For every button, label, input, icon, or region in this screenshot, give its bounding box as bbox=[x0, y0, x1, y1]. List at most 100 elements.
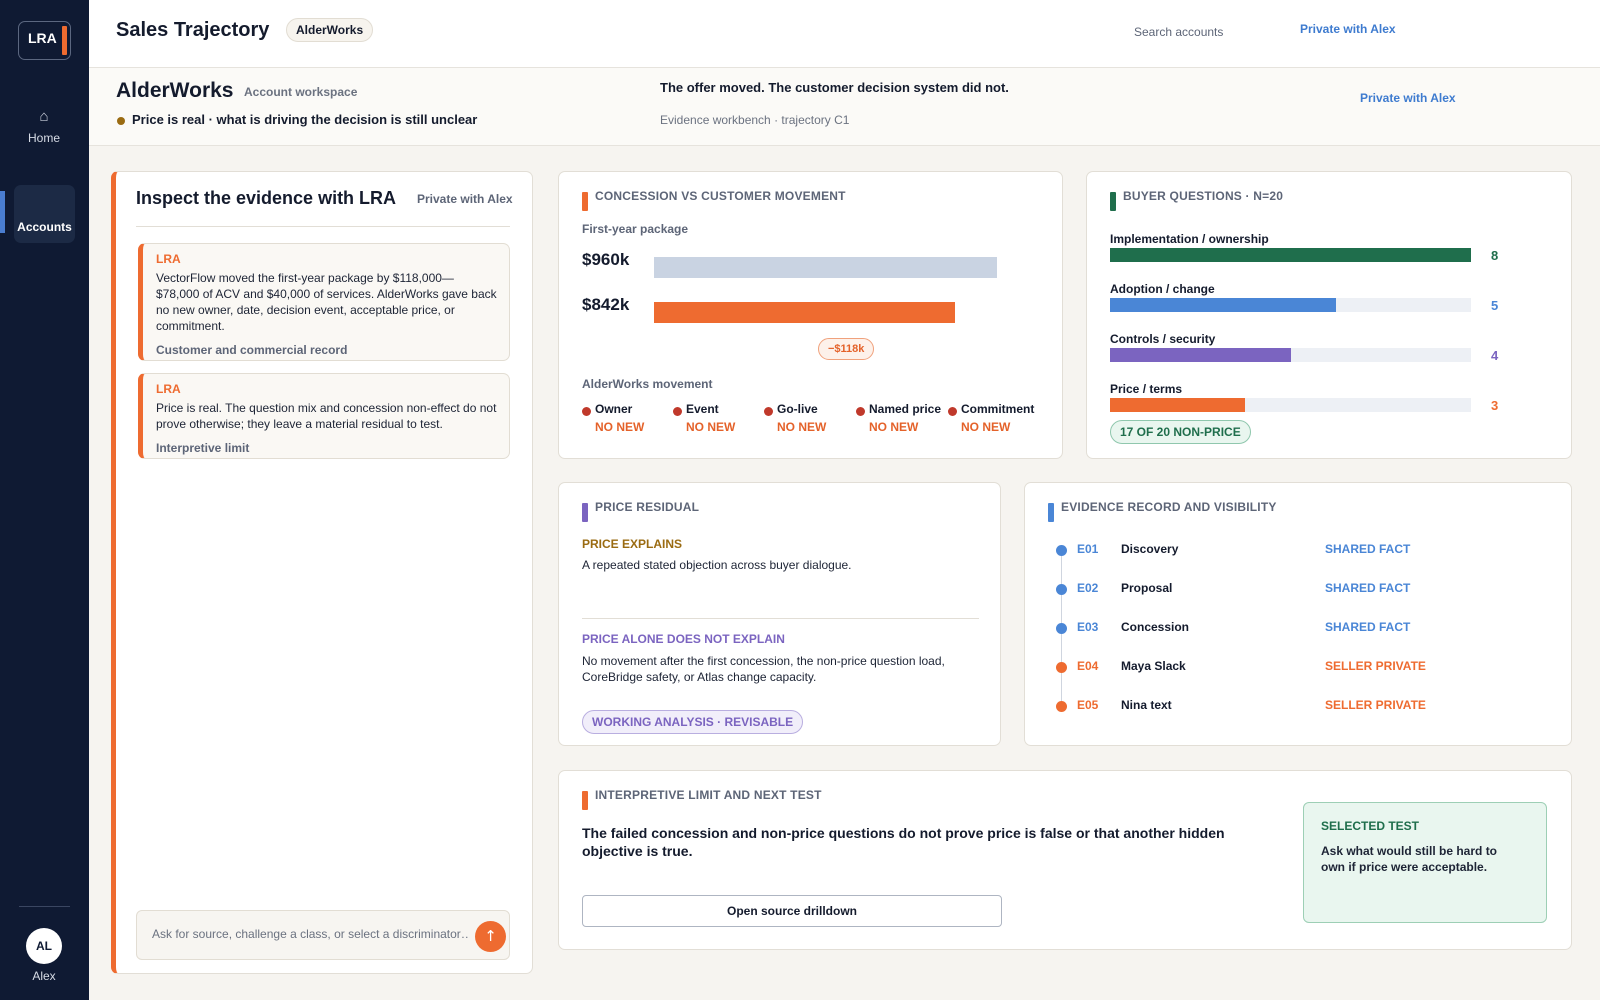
selected-test-panel[interactable]: SELECTED TEST Ask what would still be ha… bbox=[1303, 802, 1547, 923]
account-headline: The offer moved. The customer decision s… bbox=[660, 80, 1009, 95]
inspect-privacy[interactable]: Private with Alex bbox=[417, 192, 513, 206]
price-explains-heading: PRICE EXPLAINS bbox=[582, 537, 683, 551]
user-avatar[interactable]: AL bbox=[26, 928, 62, 964]
compose-box: ↑ bbox=[136, 910, 510, 960]
evidence-dot bbox=[1056, 584, 1067, 595]
evidence-id: E03 bbox=[1077, 620, 1099, 634]
movement-name: Named price bbox=[869, 402, 942, 416]
question-bar-track bbox=[1110, 298, 1471, 312]
question-bar-track bbox=[1110, 348, 1471, 362]
inspect-title: Inspect the evidence with LRA bbox=[136, 188, 397, 208]
open-source-drilldown-button[interactable]: Open source drilldown bbox=[582, 895, 1002, 927]
account-subtitle: Account workspace bbox=[244, 85, 358, 99]
logo-text: LRA bbox=[28, 30, 57, 46]
divider bbox=[136, 226, 510, 227]
evidence-dot bbox=[1056, 662, 1067, 673]
evidence-row[interactable]: E03 Concession SHARED FACT bbox=[1025, 619, 1573, 639]
account-band: AlderWorks Account workspace Price is re… bbox=[89, 68, 1600, 146]
selected-test-text: Ask what would still be hard to own if p… bbox=[1321, 844, 1498, 874]
evidence-name: Proposal bbox=[1121, 581, 1173, 595]
rail-divider bbox=[19, 906, 70, 907]
message-source[interactable]: Interpretive limit bbox=[156, 441, 497, 455]
user-name: Alex bbox=[32, 969, 56, 983]
evidence-row[interactable]: E02 Proposal SHARED FACT bbox=[1025, 580, 1573, 600]
question-count: 5 bbox=[1491, 298, 1499, 313]
message-body: Price is real. The question mix and conc… bbox=[156, 401, 497, 431]
card-title: EVIDENCE RECORD AND VISIBILITY bbox=[1061, 500, 1277, 514]
send-button[interactable]: ↑ bbox=[475, 921, 506, 952]
movement-dot bbox=[673, 407, 682, 416]
movement-label: AlderWorks movement bbox=[582, 377, 713, 391]
limit-statement: The failed concession and non-price ques… bbox=[582, 825, 1225, 859]
question-count: 4 bbox=[1491, 348, 1499, 363]
evidence-id: E04 bbox=[1077, 659, 1099, 673]
question-bar bbox=[1110, 348, 1291, 362]
evidence-row[interactable]: E05 Nina text SELLER PRIVATE bbox=[1025, 697, 1573, 717]
inspect-panel: Inspect the evidence with LRA Private wi… bbox=[111, 171, 533, 974]
account-status: Price is real · what is driving the deci… bbox=[132, 112, 478, 127]
logo-accent bbox=[62, 26, 67, 55]
movement-value: NO NEW bbox=[777, 420, 827, 434]
question-bar bbox=[1110, 398, 1246, 412]
evidence-row[interactable]: E01 Discovery SHARED FACT bbox=[1025, 541, 1573, 561]
nav-item-home[interactable]: ⌂ Home bbox=[14, 108, 74, 145]
question-count: 3 bbox=[1491, 398, 1499, 413]
card-title: INTERPRETIVE LIMIT AND NEXT TEST bbox=[595, 788, 822, 802]
before-amount: $960k bbox=[582, 250, 630, 269]
account-chip[interactable]: AlderWorks bbox=[286, 18, 374, 42]
price-not-explain-text: No movement after the first concession, … bbox=[582, 654, 945, 684]
question-label: Implementation / ownership bbox=[1110, 232, 1269, 246]
message-author: LRA bbox=[156, 382, 181, 396]
evidence-name: Maya Slack bbox=[1121, 659, 1186, 673]
movement-name: Owner bbox=[595, 402, 633, 416]
movement-name: Go-live bbox=[777, 402, 818, 416]
movement-item: Event NO NEW bbox=[673, 402, 736, 434]
movement-dot bbox=[582, 407, 591, 416]
concession-card: CONCESSION VS CUSTOMER MOVEMENT First-ye… bbox=[558, 171, 1063, 459]
evidence-name: Concession bbox=[1121, 620, 1190, 634]
evidence-dot bbox=[1056, 545, 1067, 556]
chat-message: LRA VectorFlow moved the first-year pack… bbox=[138, 243, 510, 361]
card-title: CONCESSION VS CUSTOMER MOVEMENT bbox=[595, 189, 846, 203]
evidence-dot bbox=[1056, 623, 1067, 634]
evidence-id: E01 bbox=[1077, 542, 1099, 556]
message-source[interactable]: Customer and commercial record bbox=[156, 343, 497, 357]
account-headline-sub: Evidence workbench · trajectory C1 bbox=[660, 113, 850, 127]
movement-item: Go-live NO NEW bbox=[764, 402, 827, 434]
movement-dot bbox=[948, 407, 957, 416]
question-bar-track bbox=[1110, 248, 1471, 262]
movement-value: NO NEW bbox=[686, 420, 736, 434]
message-author: LRA bbox=[156, 252, 181, 266]
question-bar bbox=[1110, 248, 1471, 262]
working-analysis-badge: WORKING ANALYSIS · REVISABLE bbox=[582, 710, 804, 734]
compose-input[interactable] bbox=[152, 927, 470, 941]
evidence-name: Discovery bbox=[1121, 542, 1179, 556]
evidence-row[interactable]: E04 Maya Slack SELLER PRIVATE bbox=[1025, 658, 1573, 678]
search-input[interactable] bbox=[1134, 22, 1274, 42]
movement-item: Owner NO NEW bbox=[582, 402, 644, 434]
top-bar: Sales Trajectory AlderWorks Private with… bbox=[89, 0, 1600, 68]
movement-dot bbox=[856, 407, 865, 416]
card-title: BUYER QUESTIONS · N=20 bbox=[1123, 189, 1284, 203]
app-logo[interactable]: LRA bbox=[18, 21, 71, 60]
question-label: Controls / security bbox=[1110, 332, 1216, 346]
movement-value: NO NEW bbox=[961, 420, 1011, 434]
interpretive-limit-card: INTERPRETIVE LIMIT AND NEXT TEST The fai… bbox=[558, 770, 1572, 950]
evidence-visibility: SELLER PRIVATE bbox=[1325, 659, 1426, 673]
home-icon: ⌂ bbox=[39, 108, 49, 125]
question-label: Price / terms bbox=[1110, 382, 1183, 396]
evidence-visibility: SHARED FACT bbox=[1325, 620, 1411, 634]
evidence-visibility: SHARED FACT bbox=[1325, 542, 1411, 556]
movement-item: Commitment NO NEW bbox=[948, 402, 1034, 434]
price-residual-card: PRICE RESIDUAL PRICE EXPLAINS A repeated… bbox=[558, 482, 1001, 746]
account-privacy-link[interactable]: Private with Alex bbox=[1360, 91, 1456, 105]
question-label: Adoption / change bbox=[1110, 282, 1215, 296]
privacy-link[interactable]: Private with Alex bbox=[1300, 22, 1396, 36]
nav-item-accounts[interactable]: Accounts bbox=[14, 185, 75, 243]
card-title: PRICE RESIDUAL bbox=[595, 500, 700, 514]
evidence-record-card: EVIDENCE RECORD AND VISIBILITY E01 Discov… bbox=[1024, 482, 1572, 746]
evidence-id: E02 bbox=[1077, 581, 1099, 595]
divider bbox=[582, 618, 979, 619]
card-accent bbox=[582, 791, 588, 810]
evidence-dot bbox=[1056, 701, 1067, 712]
